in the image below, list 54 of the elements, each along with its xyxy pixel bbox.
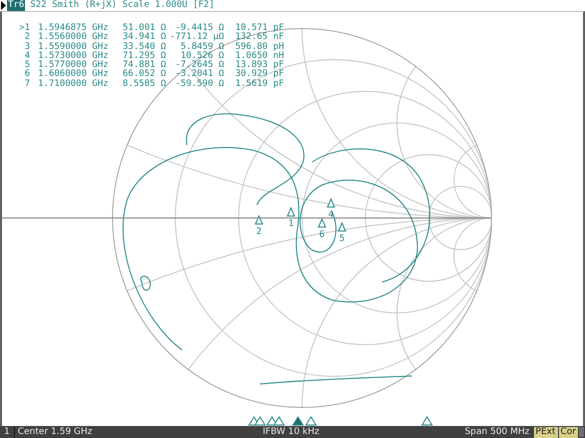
marker-reactance: -7.2645 Ω xyxy=(174,61,224,70)
marker-equivalent: 596.80 pH xyxy=(234,42,284,52)
marker-label: 6 xyxy=(319,230,325,240)
marker-frequency: 1.7100000 GHz xyxy=(38,80,110,90)
marker-resistance: 8.5585 Ω xyxy=(122,80,166,90)
marker-label: 3 xyxy=(24,42,30,52)
marker-icon xyxy=(326,198,336,208)
marker-equivalent: 10.571 pF xyxy=(234,24,284,33)
marker-reactance: -59.590 Ω xyxy=(174,80,224,90)
marker-label: >1 xyxy=(18,24,30,33)
status-end-icon xyxy=(579,427,584,437)
marker-reactance: 5.8459 Ω xyxy=(180,42,224,52)
marker-icon xyxy=(318,218,326,228)
marker-reactance: 10.526 Ω xyxy=(180,52,224,61)
status-indicator: PExt xyxy=(534,426,558,438)
marker-label: 1 xyxy=(288,219,294,229)
trace-tag[interactable]: Tr6 xyxy=(7,0,26,11)
marker-equivalent: 30.929 pF xyxy=(234,70,284,80)
marker-resistance: 74.881 Ω xyxy=(122,61,166,70)
marker-frequency: 1.5560000 GHz xyxy=(38,33,110,42)
trace-title: S22 Smith (R+jX) Scale 1.000U [F2] xyxy=(30,0,214,11)
marker-frequency: 1.5590000 GHz xyxy=(38,42,110,52)
marker-equivalent: 13.893 pF xyxy=(234,61,284,70)
marker-frequency: 1.5730000 GHz xyxy=(38,52,110,61)
marker-icon xyxy=(254,214,264,224)
marker-label: 4 xyxy=(328,210,334,220)
marker-frequency: 1.6060000 GHz xyxy=(38,70,110,80)
marker-resistance: 66.052 Ω xyxy=(122,70,166,80)
marker-equivalent: 1.0650 nH xyxy=(234,52,284,61)
center-frequency: Center 1.59 GHz xyxy=(16,427,94,437)
marker-icon xyxy=(338,222,346,232)
marker-reactance: -771.12 µΩ xyxy=(168,33,224,42)
marker-label: 2 xyxy=(24,33,30,42)
marker-resistance: 51.001 Ω xyxy=(122,24,166,33)
marker-reactance: -9.4415 Ω xyxy=(175,24,224,33)
span-setting: Span 500 MHz xyxy=(464,427,531,437)
marker-label: 5 xyxy=(339,234,345,244)
channel-number: 1 xyxy=(0,426,15,438)
marker-equivalent: 1.5619 pF xyxy=(234,80,284,90)
status-indicator: Cor xyxy=(558,426,578,438)
marker-resistance: 71.295 Ω xyxy=(122,52,166,61)
marker-label: 6 xyxy=(24,70,30,80)
marker-equivalent: 132.65 nF xyxy=(234,33,284,42)
marker-reactance: -3.2041 Ω xyxy=(174,70,224,80)
marker-label: 5 xyxy=(24,61,30,70)
marker-label: 4 xyxy=(24,52,30,61)
marker-resistance: 33.540 Ω xyxy=(122,42,166,52)
marker-resistance: 34.941 Ω xyxy=(122,33,166,42)
marker-icon xyxy=(286,206,296,216)
marker-frequency: 1.5946875 GHz xyxy=(38,24,110,33)
marker-frequency: 1.5770000 GHz xyxy=(38,61,110,70)
marker-label: 2 xyxy=(256,227,262,237)
marker-label: 7 xyxy=(24,80,30,90)
ifbw-setting: IFBW 10 kHz xyxy=(262,427,320,437)
